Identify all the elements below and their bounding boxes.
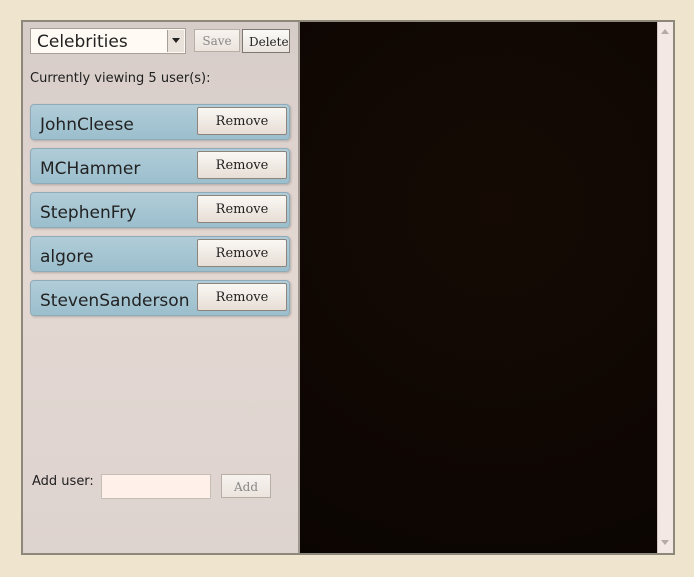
vertical-scrollbar[interactable] [657,22,673,553]
remove-button[interactable]: Remove [197,283,287,311]
app-frame: Celebrities Save Delete Currently viewin… [21,20,675,555]
remove-button[interactable]: Remove [197,195,287,223]
user-item: MCHammer Remove [30,148,290,184]
user-name: MCHammer [40,159,141,179]
add-user-input[interactable] [101,474,211,499]
user-name: StevenSanderson [40,291,190,311]
user-item: StevenSanderson Remove [30,280,290,316]
user-name: StephenFry [40,203,137,223]
remove-button[interactable]: Remove [197,107,287,135]
chevron-down-icon[interactable] [167,30,184,52]
user-item: algore Remove [30,236,290,272]
remove-button[interactable]: Remove [197,239,287,267]
delete-button[interactable]: Delete [242,29,290,53]
remove-button[interactable]: Remove [197,151,287,179]
scroll-up-icon[interactable] [661,28,670,36]
user-item: StephenFry Remove [30,192,290,228]
user-item: JohnCleese Remove [30,104,290,140]
save-button[interactable]: Save [194,29,240,52]
viewing-summary: Currently viewing 5 user(s): [30,71,211,86]
user-sidebar: Celebrities Save Delete Currently viewin… [23,22,300,553]
user-name: algore [40,247,94,267]
add-user-label: Add user: [32,474,94,489]
list-select-value: Celebrities [37,32,128,52]
user-list: JohnCleese Remove MCHammer Remove Stephe… [30,104,290,324]
user-name: JohnCleese [40,115,134,135]
scroll-down-icon[interactable] [661,539,670,547]
add-user-button[interactable]: Add [221,474,271,498]
content-panel [300,22,657,553]
list-select[interactable]: Celebrities [30,28,186,54]
